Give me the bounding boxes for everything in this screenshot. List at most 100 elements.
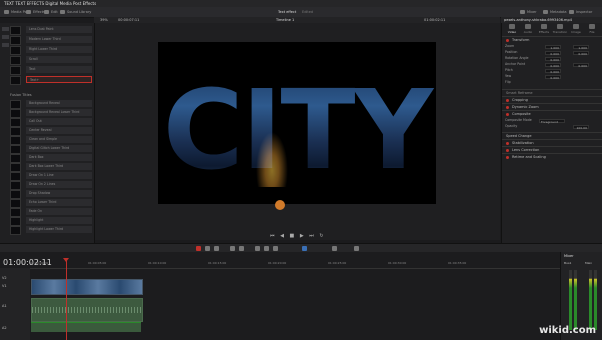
snapping-icon[interactable] [255,246,260,251]
effect-item[interactable]: Background Reveal [10,100,94,109]
effect-item[interactable]: Dark Box [10,154,94,163]
effect-item[interactable]: Background Reveal Lower Third [10,109,94,118]
toolbar-edit-index[interactable]: Edit [44,8,58,16]
effect-thumbnail [10,26,21,35]
project-title: Text effect [278,10,297,14]
effect-item[interactable]: Drop Shadow [10,190,94,199]
effect-item[interactable]: Echo Lower Third [10,199,94,208]
toolbar-metadata[interactable]: Metadata [543,8,567,16]
tab-transition[interactable]: Transition [552,23,568,35]
effect-item[interactable]: Modern Lower Third [10,36,94,45]
audio-clip-a2[interactable] [31,322,141,332]
lit-building-glow [256,132,288,187]
effect-item[interactable]: Draw On 1 Line [10,172,94,181]
enable-dot-icon[interactable] [506,38,509,42]
blade-tool-icon[interactable] [214,246,219,251]
effect-item[interactable]: Text [10,66,94,75]
track-a1-label[interactable]: A1 [2,304,7,308]
zoom-out-icon[interactable] [332,246,337,251]
stabilization-section[interactable]: Stabilization [502,139,602,146]
tab-effects[interactable]: Effects [536,23,552,35]
enable-dot-icon[interactable] [506,112,509,116]
effect-item-selected[interactable]: Text+ [10,76,94,85]
file-tab-icon [589,24,595,29]
zoom-in-icon[interactable] [354,246,359,251]
retime-scaling-section[interactable]: Retime and Scaling [502,153,602,160]
playhead-handle-icon[interactable] [63,258,69,262]
favorites-icon[interactable] [2,43,9,47]
playhead[interactable] [66,260,67,340]
linked-selection-icon[interactable] [264,246,269,251]
image-tab-icon [573,24,579,29]
effect-item[interactable]: Lens Dust Paint [10,26,94,35]
watermark-text: wikid.com [539,325,596,336]
transport-controls[interactable]: ⏮ ◀ ■ ▶ ⏭ ↻ [270,233,326,239]
composite-section[interactable]: Composite [502,110,602,117]
trim-tool-icon[interactable] [205,246,210,251]
enable-dot-icon[interactable] [506,141,509,145]
timeline-panel[interactable]: 01:00:02:11 01:00:00:00 01:00:05:00 01:0… [0,252,560,340]
track-v2-label[interactable]: V2 [2,276,7,280]
video-tab-icon [509,24,515,29]
fusion-titles-header[interactable]: Fusion Titles [10,93,32,97]
effect-item[interactable]: Digital Glitch Lower Third [10,145,94,154]
overwrite-clip-icon[interactable] [239,246,244,251]
video-clip[interactable] [31,279,143,295]
effect-item[interactable]: Fade On [10,208,94,217]
toolbar-sound-library[interactable]: Sound Library [60,8,91,16]
flag-icon[interactable] [273,246,278,251]
effect-item[interactable]: Call Out [10,118,94,127]
track-v1-label[interactable]: V1 [2,284,7,288]
enable-dot-icon[interactable] [506,105,509,109]
audio-clip[interactable] [31,298,143,322]
transform-anchor-row: Anchor Point 0.000 0.000 [505,62,589,68]
inspector-panel: Video Audio Effects Transition Image Fil… [501,23,602,243]
composite-mode-dropdown[interactable]: Foreground [539,118,565,124]
effect-item[interactable]: Highlight [10,217,94,226]
audio-fx-icon[interactable] [2,35,9,39]
tab-image[interactable]: Image [568,23,584,35]
tab-video[interactable]: Video [504,23,520,35]
effect-item[interactable]: Highlight Lower Third [10,226,94,235]
mixer-title: Mixer [564,254,574,258]
effect-thumbnail [10,46,21,55]
smart-reframe-section[interactable]: Smart Reframe [502,89,602,96]
lens-correction-section[interactable]: Lens Correction [502,146,602,153]
effect-thumbnail [10,226,21,235]
speed-change-section[interactable]: Speed Change [502,132,602,139]
marker-icon[interactable] [302,246,307,251]
timeline-ruler[interactable]: 01:00:00:00 01:00:05:00 01:00:10:00 01:0… [30,261,560,269]
toolbar-effects[interactable]: Effects [26,8,45,16]
transform-flip-row: Flip [505,80,511,84]
insert-clip-icon[interactable] [230,246,235,251]
enable-dot-icon[interactable] [506,155,509,159]
effect-item[interactable]: Center Reveal [10,127,94,136]
transform-section-header[interactable]: Transform [502,36,602,43]
effect-item[interactable]: Scroll [10,56,94,65]
toolbar-mixer[interactable]: Mixer [520,8,537,16]
effect-thumbnail [10,118,21,127]
dynamic-zoom-section[interactable]: Dynamic Zoom [502,103,602,110]
effect-item[interactable]: Dark Box Lower Third [10,163,94,172]
tab-file[interactable]: File [584,23,600,35]
effect-item[interactable]: Draw On 2 Lines [10,181,94,190]
selection-tool-icon[interactable] [196,246,201,251]
effect-item[interactable]: Clean and Simple [10,136,94,145]
transform-position-row: Position 0.000 0.000 [505,50,589,56]
inspector-tabs: Video Audio Effects Transition Image Fil… [502,23,602,35]
cropping-section[interactable]: Cropping [502,96,602,103]
window-title: TEXT TEXT EFFECTS Digital Media Post Eff… [4,1,97,6]
video-frame: CITY [158,42,436,204]
effect-item[interactable]: Right Lower Third [10,46,94,55]
track-a2-label[interactable]: A2 [2,326,7,330]
toolbox-icon[interactable] [2,27,9,31]
transform-rotation-row: Rotation Angle 0.000 [505,56,561,62]
enable-dot-icon[interactable] [506,98,509,102]
toolbar-inspector[interactable]: Inspector [569,8,592,16]
effect-thumbnail [10,56,21,65]
effects-tab-icon [541,24,547,29]
tab-audio[interactable]: Audio [520,23,536,35]
enable-dot-icon[interactable] [506,148,509,152]
timeline-viewer[interactable]: CITY ⏮ ◀ ■ ▶ ⏭ ↻ [95,23,500,240]
mixer-icon [520,10,525,14]
